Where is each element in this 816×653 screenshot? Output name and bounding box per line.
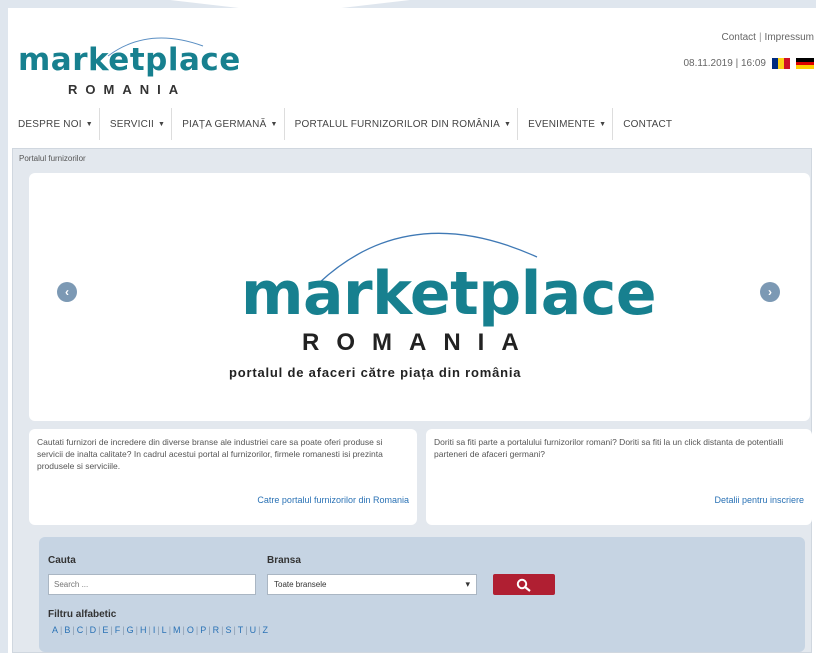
search-icon	[516, 578, 531, 592]
banner-tagline: portalul de afaceri către piața din româ…	[229, 365, 522, 380]
banner-logo: marketplace ROMANIA portalul de afaceri …	[219, 209, 657, 409]
letter-e[interactable]: E	[100, 625, 110, 635]
chevron-right-icon: ›	[768, 285, 772, 299]
banner-logo-subtitle: ROMANIA	[302, 329, 536, 356]
carousel-next-button[interactable]: ›	[760, 282, 780, 302]
alpha-filter-label: Filtru alfabetic	[48, 609, 117, 620]
registration-link[interactable]: Detalii pentru inscriere	[714, 494, 804, 506]
search-button[interactable]	[493, 574, 555, 595]
letter-l[interactable]: L	[160, 625, 169, 635]
letter-b[interactable]: B	[62, 625, 72, 635]
nav-label: EVENIMENTE	[528, 118, 596, 130]
bransa-select[interactable]: Toate bransele ▾	[267, 574, 477, 595]
info-text: Doriti sa fiti parte a portalului furniz…	[434, 437, 784, 459]
letter-c[interactable]: C	[75, 625, 86, 635]
romania-flag-icon[interactable]	[772, 58, 790, 69]
nav-item-evenimente[interactable]: EVENIMENTE ▼	[518, 108, 614, 140]
site-logo[interactable]: marketplace ROMANIA	[18, 20, 241, 110]
search-input[interactable]	[48, 574, 256, 595]
nav-label: PORTALUL FURNIZORILOR DIN ROMÂNIA	[294, 118, 500, 130]
letter-a[interactable]: A	[50, 625, 60, 635]
impressum-link[interactable]: Impressum	[765, 32, 814, 43]
search-label: Cauta	[48, 555, 76, 566]
info-box-register: Doriti sa fiti parte a portalului furniz…	[426, 429, 812, 525]
letter-d[interactable]: D	[88, 625, 99, 635]
caret-down-icon: ▼	[158, 120, 166, 128]
letter-h[interactable]: H	[138, 625, 149, 635]
logo-word: marketplace	[18, 42, 241, 78]
germany-flag-icon[interactable]	[796, 58, 814, 70]
letter-t[interactable]: T	[236, 625, 246, 635]
page: marketplace ROMANIA Contact | Impressum 08…	[8, 8, 816, 653]
letter-u[interactable]: U	[248, 625, 259, 635]
letter-o[interactable]: O	[185, 625, 196, 635]
letter-z[interactable]: Z	[260, 625, 270, 635]
nav-item-portalul-furnizorilor[interactable]: PORTALUL FURNIZORILOR DIN ROMÂNIA ▼	[285, 108, 519, 140]
link-separator: |	[758, 32, 762, 43]
letter-f[interactable]: F	[113, 625, 123, 635]
contact-link[interactable]: Contact	[721, 32, 755, 43]
info-text: Cautati furnizori de incredere din diver…	[37, 437, 383, 471]
caret-down-icon: ▼	[599, 120, 607, 128]
bransa-selected: Toate bransele	[274, 580, 327, 589]
letter-r[interactable]: R	[211, 625, 222, 635]
letter-g[interactable]: G	[125, 625, 136, 635]
nav-label: SERVICII	[109, 118, 155, 130]
banner-logo-word: marketplace	[241, 259, 657, 329]
caret-down-icon: ▼	[503, 120, 512, 128]
breadcrumb[interactable]: Portalul furnizorilor	[19, 154, 86, 163]
letter-p[interactable]: P	[198, 625, 208, 635]
nav-item-contact[interactable]: CONTACT	[613, 108, 678, 140]
alpha-filter: A | B | C | D | E | F | G | H | I | L | M | O | P | R…	[50, 625, 270, 635]
nav-item-servicii[interactable]: SERVICII ▼	[100, 108, 173, 140]
main-nav: DESPRE NOI ▼ SERVICII ▼ PIAȚA GERMANĂ ▼ POR…	[8, 108, 708, 140]
nav-item-piata-germana[interactable]: PIAȚA GERMANĂ ▼	[172, 108, 285, 140]
letter-s[interactable]: S	[223, 625, 233, 635]
chevron-left-icon: ‹	[65, 285, 69, 299]
portal-link[interactable]: Catre portalul furnizorilor din Romania	[257, 494, 409, 506]
info-box-search: Cautati furnizori de incredere din diver…	[29, 429, 417, 525]
caret-down-icon: ▼	[270, 120, 278, 128]
caret-down-icon: ▼	[85, 120, 93, 128]
main-content: Portalul furnizorilor ‹ › marketplace RO…	[12, 148, 812, 653]
search-panel: Cauta Bransa Toate bransele ▾ Filtru alf…	[39, 537, 805, 652]
banner-carousel: ‹ › marketplace ROMANIA portalul de afac…	[29, 173, 810, 421]
top-links: Contact | Impressum	[721, 32, 814, 43]
nav-label: DESPRE NOI	[18, 118, 82, 130]
caret-down-icon: ▾	[465, 579, 470, 589]
nav-label: CONTACT	[623, 118, 673, 130]
carousel-prev-button[interactable]: ‹	[57, 282, 77, 302]
nav-item-despre-noi[interactable]: DESPRE NOI ▼	[8, 108, 100, 140]
datetime-text: 08.11.2019 | 16:09	[683, 58, 767, 69]
nav-label: PIAȚA GERMANĂ	[182, 118, 267, 130]
bransa-label: Bransa	[267, 555, 301, 566]
logo-subtitle: ROMANIA	[68, 82, 187, 97]
datetime-bar: 08.11.2019 | 16:09	[683, 58, 814, 70]
letter-m[interactable]: M	[171, 625, 183, 635]
